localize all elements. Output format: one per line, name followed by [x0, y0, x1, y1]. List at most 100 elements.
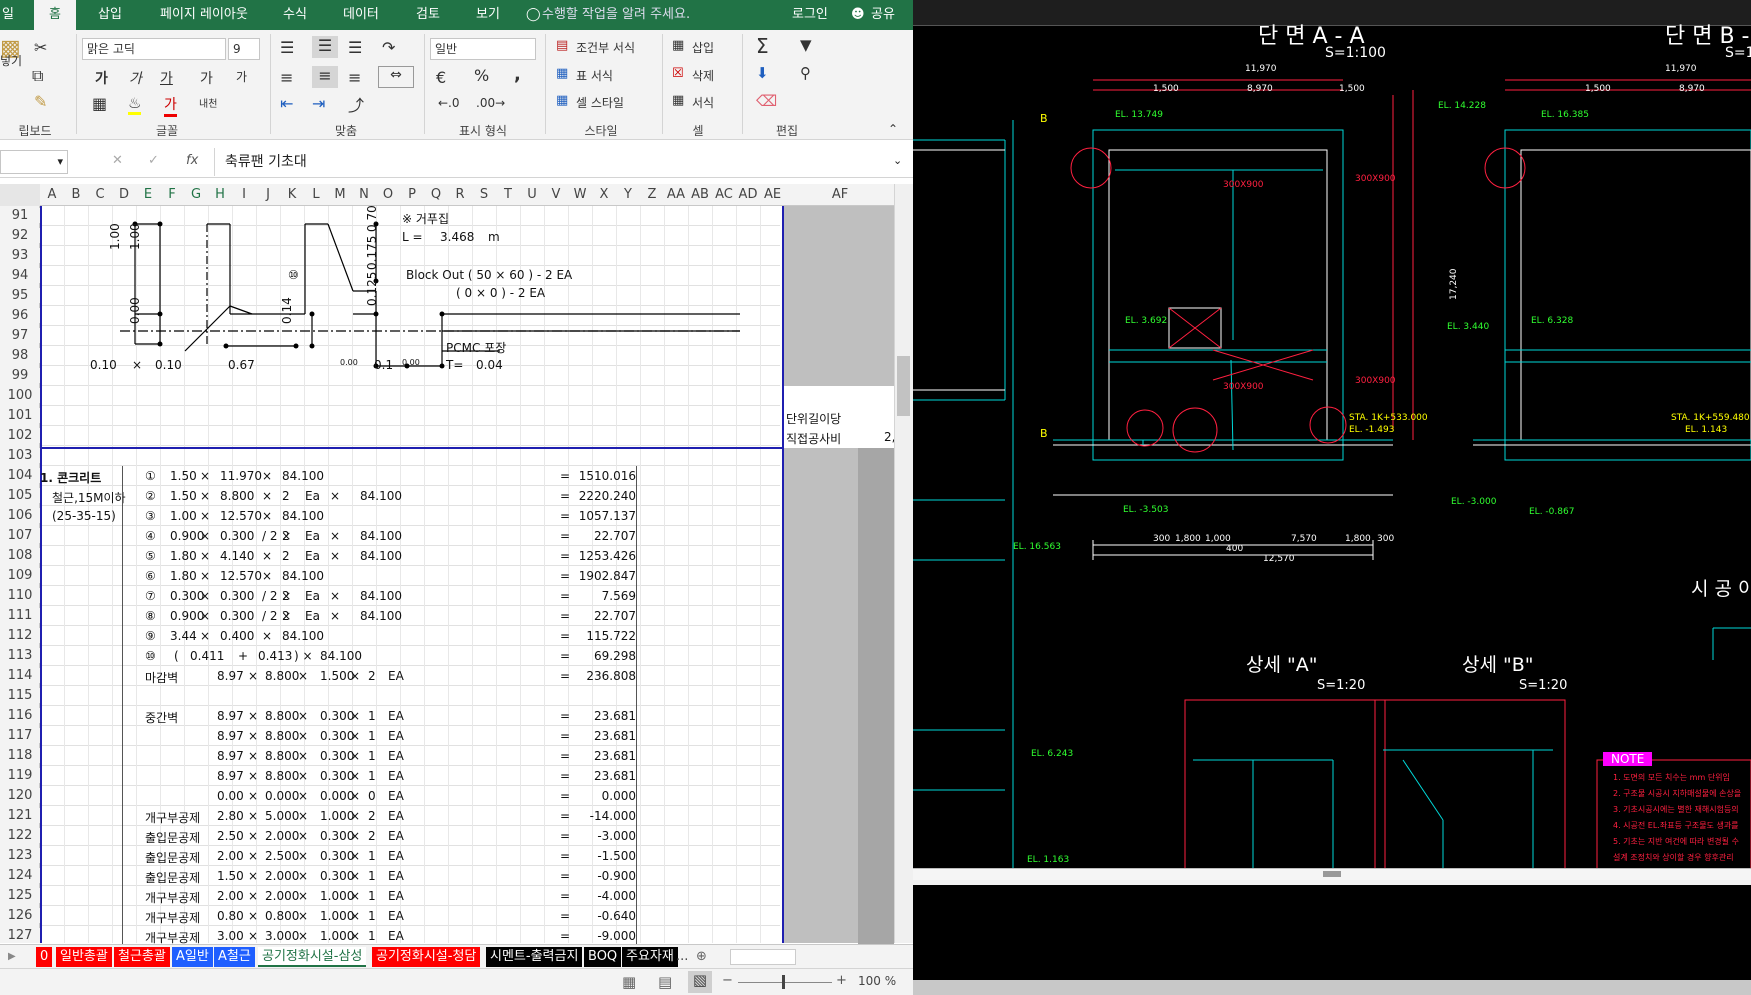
tab-page-layout[interactable]: 페이지 레이아웃 — [160, 0, 248, 30]
zoom-out-button[interactable]: − — [722, 973, 733, 988]
fill-icon[interactable]: ⬇ — [756, 64, 769, 82]
row-header[interactable]: 95 — [0, 288, 40, 303]
comma-button[interactable]: , — [514, 64, 521, 85]
column-header[interactable]: A — [40, 187, 64, 202]
share-button[interactable]: 공유 — [871, 0, 895, 30]
row-header[interactable]: 108 — [0, 548, 40, 563]
row-header[interactable]: 116 — [0, 708, 40, 723]
tell-me-box[interactable]: 수행할 작업을 알려 주세요. — [542, 0, 690, 30]
sheet-tab[interactable]: 공기정화시설-청담 — [372, 947, 481, 967]
format-cells-button[interactable]: 서식 — [692, 94, 714, 111]
row-header[interactable]: 101 — [0, 408, 40, 423]
format-painter-icon[interactable]: ✎ — [34, 92, 47, 111]
column-header[interactable]: Q — [424, 187, 448, 202]
cad-drawing-window[interactable]: 단 면 A - A S=1:100 단 면 B - S=1 시 공 이 상세 "… — [913, 0, 1751, 995]
zoom-in-button[interactable]: + — [836, 973, 847, 988]
column-header[interactable]: I — [232, 187, 256, 202]
row-header[interactable]: 117 — [0, 728, 40, 743]
increase-decimal-icon[interactable]: ←.0 — [438, 96, 460, 110]
sheet-nav-prev[interactable]: ▶ — [4, 947, 20, 967]
sheet-tab[interactable]: 철근총괄 — [114, 947, 170, 967]
page-break-view-icon[interactable]: ▧ — [688, 971, 712, 993]
sheet-tabs-more[interactable]: ... — [672, 947, 692, 967]
row-header[interactable]: 122 — [0, 828, 40, 843]
orientation-icon[interactable]: ↷ — [382, 38, 395, 57]
accounting-icon[interactable]: € — [436, 68, 446, 87]
row-header[interactable]: 92 — [0, 228, 40, 243]
column-header[interactable]: J — [256, 187, 280, 202]
column-header[interactable]: N — [352, 187, 376, 202]
format-cells-icon[interactable]: ▦ — [672, 93, 684, 108]
row-header[interactable]: 121 — [0, 808, 40, 823]
delete-cells-icon[interactable]: ☒ — [672, 66, 684, 81]
increase-indent-icon[interactable]: ⇥ — [312, 94, 325, 113]
row-header[interactable]: 127 — [0, 928, 40, 943]
insert-cells-icon[interactable]: ▦ — [672, 38, 684, 53]
bold-button[interactable]: 가 — [95, 68, 108, 88]
tab-view[interactable]: 보기 — [476, 0, 500, 30]
row-header[interactable]: 102 — [0, 428, 40, 443]
row-header[interactable]: 125 — [0, 888, 40, 903]
merge-center-icon[interactable]: ⇔ — [378, 66, 414, 88]
font-color-button[interactable]: 가 — [164, 94, 177, 117]
column-header[interactable]: Y — [616, 187, 640, 202]
row-header[interactable]: 106 — [0, 508, 40, 523]
tab-data[interactable]: 데이터 — [343, 0, 379, 30]
row-header[interactable]: 110 — [0, 588, 40, 603]
normal-view-icon[interactable]: ▦ — [622, 973, 636, 991]
column-header[interactable]: S — [472, 187, 496, 202]
row-header[interactable]: 123 — [0, 848, 40, 863]
collapse-ribbon-icon[interactable]: ⌃ — [888, 122, 898, 136]
decrease-decimal-icon[interactable]: .00→ — [476, 96, 505, 110]
align-bottom-icon[interactable]: ☰ — [348, 38, 362, 57]
insert-cells-button[interactable]: 삽입 — [692, 39, 714, 56]
percent-button[interactable]: % — [474, 66, 489, 85]
row-header[interactable]: 96 — [0, 308, 40, 323]
row-header[interactable]: 124 — [0, 868, 40, 883]
column-header[interactable]: V — [544, 187, 568, 202]
copy-icon[interactable]: ⧉ — [32, 66, 43, 86]
sheet-tab[interactable]: 시멘트-출력금지 — [486, 947, 583, 967]
align-middle-icon[interactable]: ☰ — [312, 36, 338, 58]
sheet-tab[interactable]: 공기정화시설-삼성 — [258, 947, 367, 967]
vertical-scrollbar[interactable] — [894, 184, 913, 943]
table-format-button[interactable]: 표 서식 — [576, 67, 613, 84]
column-header[interactable]: F — [160, 187, 184, 202]
add-sheet-icon[interactable]: ⊕ — [692, 947, 711, 967]
border-icon[interactable]: ▦ — [92, 94, 107, 113]
tab-formulas[interactable]: 수식 — [283, 0, 307, 30]
shrink-font-button[interactable]: 가 — [236, 68, 247, 85]
column-header[interactable]: G — [184, 187, 208, 202]
align-left-icon[interactable]: ≡ — [280, 68, 293, 87]
delete-cells-button[interactable]: 삭제 — [692, 67, 714, 84]
column-header[interactable]: AA — [664, 187, 688, 202]
sheet-tab[interactable]: A일반 — [172, 947, 213, 967]
row-header[interactable]: 126 — [0, 908, 40, 923]
row-header[interactable]: 100 — [0, 388, 40, 403]
decrease-indent-icon[interactable]: ⇤ — [280, 94, 293, 113]
sort-filter-icon[interactable]: ▼ — [800, 36, 812, 54]
column-header[interactable]: O — [376, 187, 400, 202]
cancel-icon[interactable]: ✕ — [112, 153, 123, 168]
conditional-format-icon[interactable]: ▤ — [556, 38, 568, 53]
table-format-icon[interactable]: ▦ — [556, 66, 568, 81]
align-right-icon[interactable]: ≡ — [348, 68, 361, 87]
align-center-icon[interactable]: ≡ — [312, 66, 338, 88]
row-header[interactable]: 93 — [0, 248, 40, 263]
formula-input[interactable]: 축류팬 기초대 — [214, 148, 906, 176]
row-header[interactable]: 111 — [0, 608, 40, 623]
column-header[interactable]: AD — [736, 187, 760, 202]
number-format-select[interactable]: 일반 — [430, 38, 536, 60]
font-size-select[interactable]: 9 — [228, 38, 260, 60]
column-header[interactable]: M — [328, 187, 352, 202]
row-header[interactable]: 103 — [0, 448, 40, 463]
italic-button[interactable]: 가 — [129, 68, 142, 88]
tab-home[interactable]: 홈 — [34, 0, 76, 30]
insert-function-button[interactable]: fx — [186, 153, 198, 168]
align-top-icon[interactable]: ☰ — [280, 38, 294, 57]
sheet-tab[interactable]: BOQ — [584, 947, 622, 967]
zoom-slider-thumb[interactable] — [782, 975, 785, 989]
phonetic-button[interactable]: 내천 — [199, 95, 217, 110]
paste-label[interactable]: 넣기 — [0, 52, 22, 69]
column-header[interactable]: E — [136, 187, 160, 202]
